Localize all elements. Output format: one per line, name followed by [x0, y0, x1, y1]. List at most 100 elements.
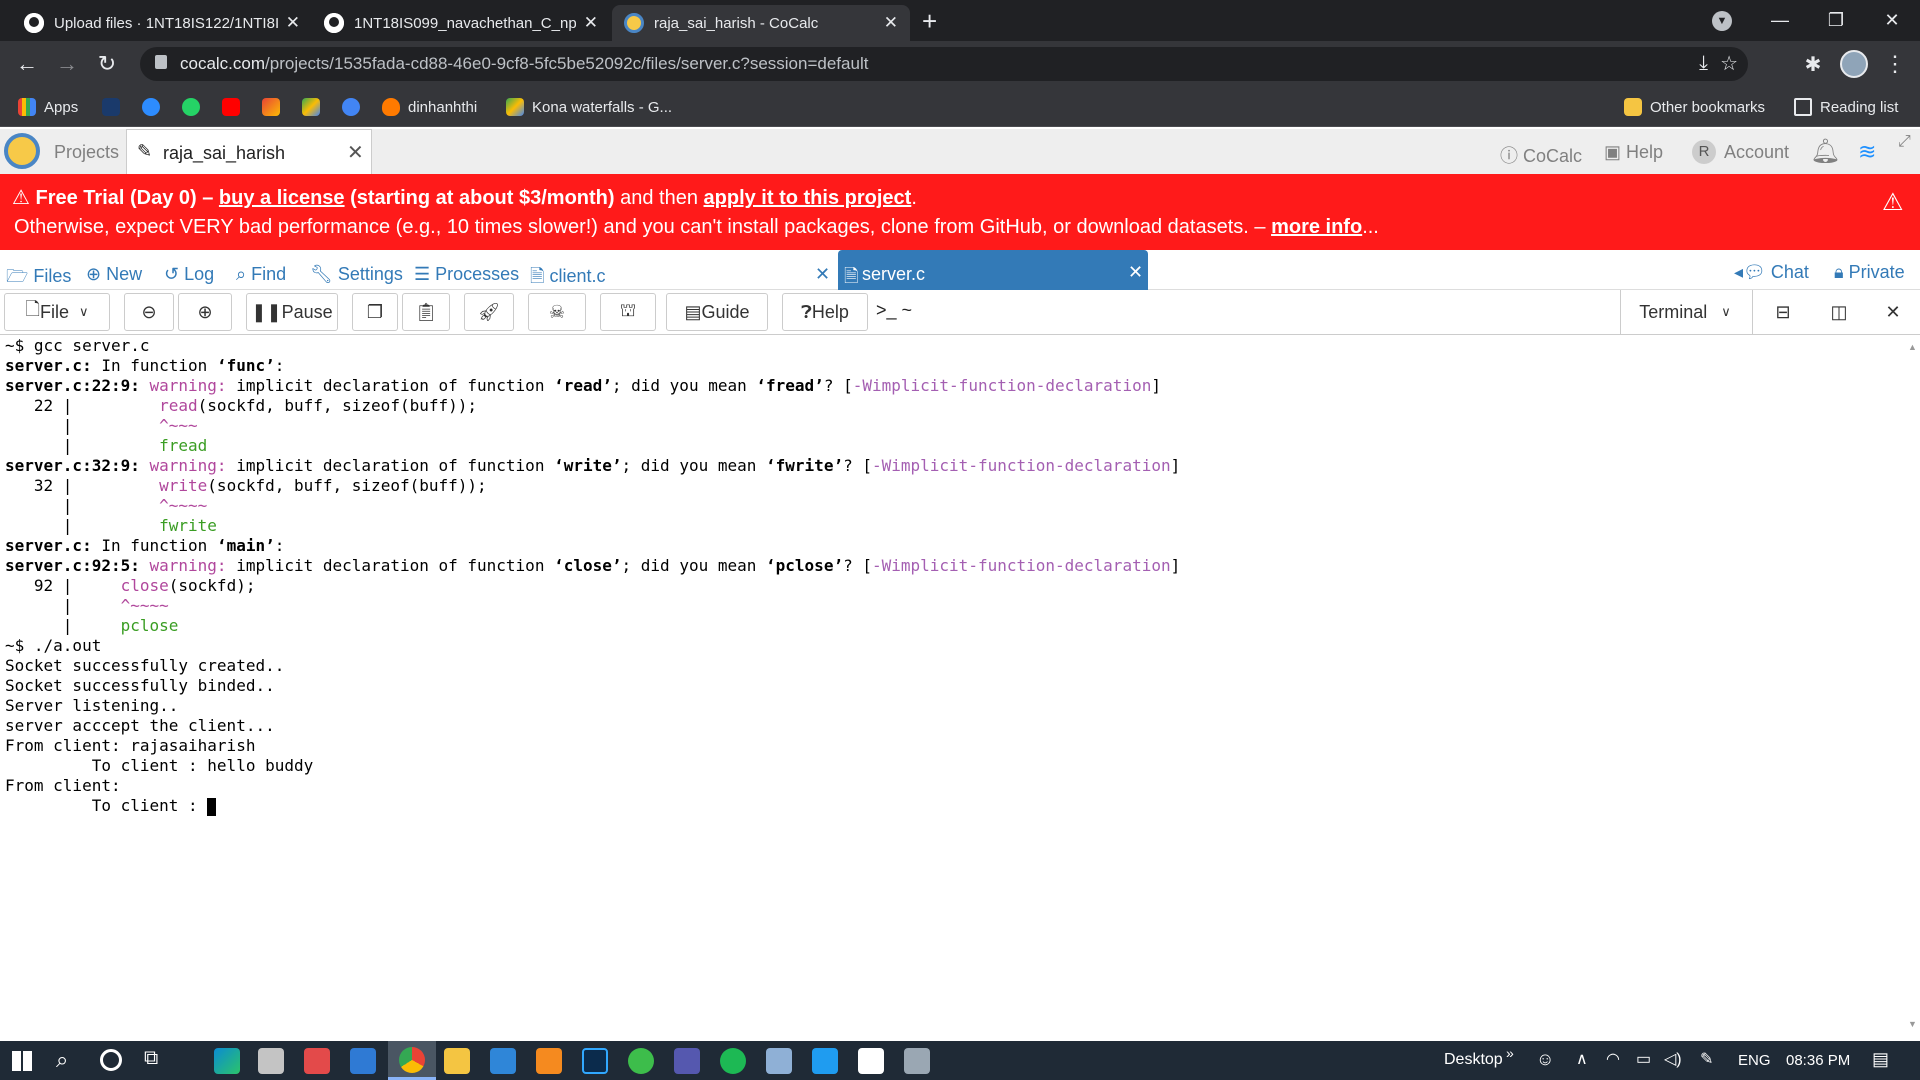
browser-tab-3[interactable]: raja_sai_harish - CoCalc ✕: [612, 5, 910, 41]
bookmark-icon-only[interactable]: [182, 95, 208, 119]
bookmark-icon-only[interactable]: [342, 95, 368, 119]
install-icon[interactable]: ⤓: [1699, 52, 1708, 75]
file-tab-server[interactable]: 🗎︎ server.c ✕: [838, 250, 1148, 290]
search-icon[interactable]: ⌕: [56, 1047, 68, 1073]
bookmark-apps[interactable]: Apps: [18, 95, 78, 119]
settings-nav[interactable]: 🔧︎ Settings: [310, 264, 403, 285]
windows-start-icon[interactable]: [12, 1051, 32, 1071]
close-icon[interactable]: ✕: [884, 13, 898, 33]
copy-button[interactable]: ❐: [352, 293, 398, 331]
gift-icon[interactable]: [304, 1048, 330, 1074]
new-tab-button[interactable]: +: [922, 6, 937, 37]
close-icon[interactable]: ✕: [815, 264, 830, 285]
menu-kebab-icon[interactable]: ⋮: [1880, 49, 1910, 79]
launch-button[interactable]: 🚀︎: [464, 293, 514, 331]
bell-icon[interactable]: 🔔︎: [1810, 137, 1840, 166]
edge-icon[interactable]: [214, 1048, 240, 1074]
fullscreen-icon[interactable]: ⤢: [1898, 133, 1911, 151]
close-icon[interactable]: ✕: [1128, 262, 1143, 283]
bookmark-icon-only[interactable]: [262, 95, 288, 119]
forward-icon[interactable]: →: [52, 49, 82, 79]
close-icon[interactable]: ✕: [584, 13, 598, 33]
close-frame-button[interactable]: ✕: [1870, 293, 1916, 331]
task-view-icon[interactable]: ⧉: [144, 1047, 158, 1070]
guide-button[interactable]: ▤ Guide: [666, 293, 768, 331]
window-close-icon[interactable]: ✕: [1864, 0, 1920, 41]
bookmark-kona[interactable]: Kona waterfalls - G...: [506, 95, 672, 119]
wifi-icon[interactable]: ◠: [1606, 1049, 1620, 1069]
back-icon[interactable]: ←: [12, 49, 42, 79]
browser-tab-1[interactable]: Upload files · 1NT18IS122/1NTI8I ✕: [12, 5, 312, 41]
new-nav[interactable]: ⊕ New: [86, 264, 142, 285]
processes-nav[interactable]: ☰ Processes: [414, 264, 519, 285]
bookmark-icon-only[interactable]: [302, 95, 328, 119]
projects-link[interactable]: Projects: [54, 142, 119, 163]
scroll-up-icon[interactable]: ▲: [1908, 342, 1917, 352]
sync-button[interactable]: ⛫: [600, 293, 656, 331]
tab-search-icon[interactable]: ▼: [1712, 11, 1732, 31]
cortana-icon[interactable]: [100, 1049, 122, 1071]
clock[interactable]: 08:36 PM: [1786, 1052, 1850, 1069]
url-input[interactable]: cocalc.com/projects/1535fada-cd88-46e0-9…: [140, 47, 1748, 81]
spotify-icon[interactable]: [720, 1048, 746, 1074]
vlc-icon[interactable]: [536, 1048, 562, 1074]
mail-icon[interactable]: [350, 1048, 376, 1074]
project-tab[interactable]: ✎ raja_sai_harish ✕: [126, 129, 372, 174]
log-nav[interactable]: ↺ Log: [164, 264, 214, 285]
zoom-out-button[interactable]: ⊖: [124, 293, 174, 331]
bookmark-icon-only[interactable]: [102, 95, 128, 119]
split-vertical-button[interactable]: ◫: [1814, 293, 1864, 331]
bookmark-icon-only[interactable]: [222, 95, 248, 119]
account-link[interactable]: R Account: [1692, 140, 1789, 164]
notifications-icon[interactable]: ▤: [1872, 1049, 1889, 1070]
terminal-output[interactable]: ~$ gcc server.c server.c: In function ‘fu…: [0, 336, 1905, 1041]
bookmark-icon-only[interactable]: [142, 95, 168, 119]
scroll-down-icon[interactable]: ▼: [1908, 1019, 1917, 1029]
volume-icon[interactable]: ◁): [1664, 1049, 1682, 1069]
close-icon[interactable]: ✕: [286, 13, 300, 33]
photoshop-icon[interactable]: [582, 1048, 608, 1074]
app-icon[interactable]: [490, 1048, 516, 1074]
file-explorer-icon[interactable]: [444, 1048, 470, 1074]
help-button[interactable]: ❓︎ Help: [782, 293, 868, 331]
restore-icon[interactable]: ❐: [1808, 0, 1864, 41]
other-bookmarks[interactable]: Other bookmarks: [1624, 95, 1765, 119]
browser-tab-2[interactable]: 1NT18IS099_navachethan_C_npl ✕: [312, 5, 610, 41]
app-icon[interactable]: [904, 1048, 930, 1074]
vscode-icon[interactable]: [812, 1048, 838, 1074]
people-icon[interactable]: ☺: [1536, 1049, 1554, 1070]
kick-button[interactable]: ☠: [528, 293, 586, 331]
reading-list[interactable]: Reading list: [1794, 95, 1898, 119]
split-horizontal-button[interactable]: ⊟: [1758, 293, 1808, 331]
app-icon[interactable]: [766, 1048, 792, 1074]
extensions-icon[interactable]: ✱: [1798, 49, 1828, 79]
minimize-icon[interactable]: —: [1752, 0, 1808, 41]
profile-avatar[interactable]: [1840, 50, 1868, 78]
file-menu-button[interactable]: 🗋︎ File ∨: [4, 293, 110, 331]
more-info-link[interactable]: more info: [1271, 216, 1362, 238]
bookmark-star-icon[interactable]: ☆: [1720, 51, 1738, 76]
store-icon[interactable]: [258, 1048, 284, 1074]
teams-icon[interactable]: [674, 1048, 700, 1074]
zoom-in-button[interactable]: ⊕: [178, 293, 232, 331]
chevron-up-icon[interactable]: ∧: [1576, 1049, 1588, 1069]
buy-license-link[interactable]: buy a license: [219, 187, 345, 209]
cocalc-logo-icon[interactable]: [4, 133, 40, 169]
apply-license-link[interactable]: apply it to this project: [704, 187, 912, 209]
find-nav[interactable]: ⌕ Find: [236, 264, 286, 285]
terminal-scrollbar[interactable]: ▲ ▼: [1905, 336, 1920, 1041]
help-link[interactable]: ▣ Help: [1604, 142, 1663, 163]
desktop-toolbar[interactable]: Desktop: [1444, 1051, 1503, 1069]
pen-icon[interactable]: ✎: [1700, 1049, 1713, 1069]
private-badge[interactable]: 🔒︎ Private: [1834, 262, 1905, 283]
pause-button[interactable]: ❚❚ Pause: [246, 293, 338, 331]
battery-icon[interactable]: ▭: [1636, 1049, 1651, 1069]
close-icon[interactable]: ✕: [347, 140, 364, 165]
app-icon[interactable]: [628, 1048, 654, 1074]
bookmark-dinhanhthi[interactable]: dinhanhthi: [382, 95, 477, 119]
chevron-icon[interactable]: »: [1506, 1045, 1514, 1061]
language-indicator[interactable]: ENG: [1738, 1052, 1771, 1069]
cocalc-link[interactable]: ⓘ CoCalc: [1500, 142, 1582, 168]
app-icon[interactable]: [858, 1048, 884, 1074]
paste-button[interactable]: 📋︎: [402, 293, 450, 331]
